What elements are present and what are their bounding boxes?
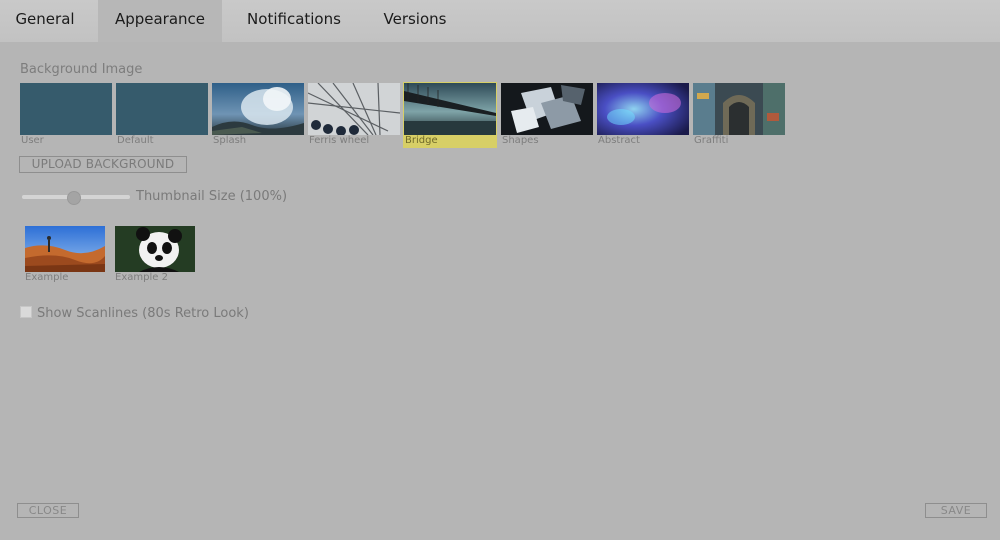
- background-thumb-ferris-wheel[interactable]: Ferris wheel: [308, 83, 400, 147]
- thumbnail-caption: User: [21, 135, 44, 146]
- example-panda-image: [115, 226, 195, 272]
- example-caption: Example: [25, 272, 69, 283]
- tab-bar: General Appearance Notifications Version…: [0, 0, 1000, 42]
- abstract-image: [597, 83, 689, 135]
- thumbnail-size-label: Thumbnail Size (100%): [136, 189, 288, 204]
- thumbnail-caption: Splash: [213, 135, 247, 146]
- thumbnail-caption: Shapes: [502, 135, 539, 146]
- bridge-image: [404, 83, 496, 135]
- close-button[interactable]: CLOSE: [17, 503, 79, 518]
- ferris-wheel-image: [308, 83, 400, 135]
- background-thumb-shapes[interactable]: Shapes: [501, 83, 593, 147]
- tab-versions[interactable]: Versions: [368, 0, 462, 42]
- thumbnail-caption: Default: [117, 135, 154, 146]
- thumbnail-image: [20, 83, 112, 135]
- background-thumb-graffiti[interactable]: Graffiti: [693, 83, 785, 147]
- background-thumb-user[interactable]: User: [20, 83, 112, 147]
- example-2-thumb[interactable]: Example 2: [115, 226, 195, 284]
- example-thumb[interactable]: Example: [25, 226, 105, 284]
- background-thumb-splash[interactable]: Splash: [212, 83, 304, 147]
- thumbnail-caption: Graffiti: [694, 135, 729, 146]
- shapes-image: [501, 83, 593, 135]
- background-thumb-bridge[interactable]: Bridge: [403, 82, 497, 148]
- slider-knob[interactable]: [67, 191, 81, 205]
- example-caption: Example 2: [115, 272, 168, 283]
- upload-background-button[interactable]: UPLOAD BACKGROUND: [19, 156, 187, 173]
- splash-image: [212, 83, 304, 135]
- thumbnail-size-slider[interactable]: [22, 189, 130, 205]
- save-button[interactable]: SAVE: [925, 503, 987, 518]
- thumbnail-caption: Ferris wheel: [309, 135, 370, 146]
- tab-general[interactable]: General: [0, 0, 90, 42]
- tab-notifications[interactable]: Notifications: [230, 0, 358, 42]
- scanlines-checkbox[interactable]: [20, 306, 32, 318]
- scanlines-label[interactable]: Show Scanlines (80s Retro Look): [37, 306, 249, 321]
- background-thumb-abstract[interactable]: Abstract: [597, 83, 689, 147]
- graffiti-image: [693, 83, 785, 135]
- thumbnail-caption: Bridge: [404, 135, 496, 147]
- background-thumb-default[interactable]: Default: [116, 83, 208, 147]
- thumbnail-caption: Abstract: [598, 135, 640, 146]
- thumbnail-image: [116, 83, 208, 135]
- tab-appearance[interactable]: Appearance: [98, 0, 222, 42]
- example-desert-image: [25, 226, 105, 272]
- background-image-heading: Background Image: [20, 62, 143, 77]
